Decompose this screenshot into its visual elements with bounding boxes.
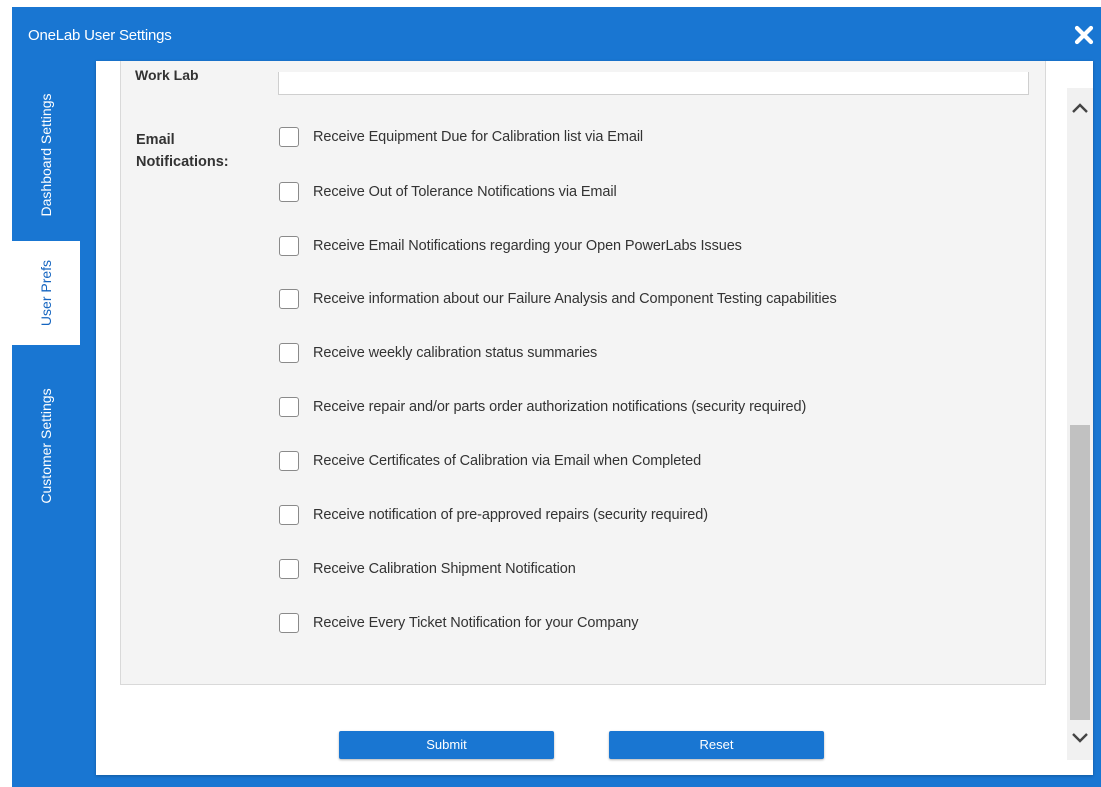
checkbox[interactable] bbox=[279, 397, 299, 417]
tab-label: User Prefs bbox=[38, 259, 54, 327]
chevron-down-icon[interactable] bbox=[1070, 728, 1090, 748]
tab-label: Customer Settings bbox=[38, 388, 54, 504]
scrollbar-thumb[interactable] bbox=[1070, 425, 1090, 720]
tab-label: Dashboard Settings bbox=[38, 93, 54, 217]
checkbox[interactable] bbox=[279, 559, 299, 579]
tab-customer-settings[interactable]: Customer Settings bbox=[12, 346, 80, 546]
work-lab-input[interactable] bbox=[278, 72, 1029, 95]
close-icon[interactable] bbox=[1073, 23, 1095, 47]
work-lab-label: Work Lab bbox=[135, 67, 199, 83]
tab-dashboard-settings[interactable]: Dashboard Settings bbox=[12, 70, 80, 240]
option-label: Receive Out of Tolerance Notifications v… bbox=[313, 184, 617, 200]
option-certificates[interactable]: Receive Certificates of Calibration via … bbox=[279, 449, 701, 473]
reset-button[interactable]: Reset bbox=[609, 731, 824, 759]
option-out-of-tolerance[interactable]: Receive Out of Tolerance Notifications v… bbox=[279, 180, 617, 204]
window-title: OneLab User Settings bbox=[28, 27, 172, 44]
checkbox[interactable] bbox=[279, 613, 299, 633]
option-label: Receive Email Notifications regarding yo… bbox=[313, 238, 742, 254]
option-weekly-summaries[interactable]: Receive weekly calibration status summar… bbox=[279, 341, 597, 365]
option-failure-analysis[interactable]: Receive information about our Failure An… bbox=[279, 287, 837, 311]
submit-button[interactable]: Submit bbox=[339, 731, 554, 759]
option-pre-approved-repairs[interactable]: Receive notification of pre-approved rep… bbox=[279, 503, 708, 527]
option-equipment-due[interactable]: Receive Equipment Due for Calibration li… bbox=[279, 125, 643, 149]
option-shipment-notification[interactable]: Receive Calibration Shipment Notificatio… bbox=[279, 557, 576, 581]
option-label: Receive notification of pre-approved rep… bbox=[313, 507, 708, 523]
option-open-issues[interactable]: Receive Email Notifications regarding yo… bbox=[279, 234, 742, 258]
option-repair-authorization[interactable]: Receive repair and/or parts order author… bbox=[279, 395, 806, 419]
side-tabs: Dashboard Settings User Prefs Customer S… bbox=[12, 60, 80, 780]
option-label: Receive weekly calibration status summar… bbox=[313, 345, 598, 361]
tab-user-prefs[interactable]: User Prefs bbox=[12, 241, 80, 345]
checkbox[interactable] bbox=[279, 182, 299, 202]
option-label: Receive Equipment Due for Calibration li… bbox=[313, 129, 644, 145]
checkbox[interactable] bbox=[279, 505, 299, 525]
checkbox[interactable] bbox=[279, 451, 299, 471]
preferences-panel: Work Lab Email Notifications: Receive Eq… bbox=[120, 61, 1046, 685]
option-label: Receive repair and/or parts order author… bbox=[313, 399, 807, 415]
checkbox[interactable] bbox=[279, 343, 299, 363]
vertical-scrollbar[interactable] bbox=[1067, 88, 1093, 760]
content-area: Work Lab Email Notifications: Receive Eq… bbox=[96, 61, 1093, 775]
email-notifications-label: Email Notifications: bbox=[136, 132, 229, 170]
option-label: Receive Calibration Shipment Notificatio… bbox=[313, 561, 576, 577]
checkbox[interactable] bbox=[279, 127, 299, 147]
option-every-ticket[interactable]: Receive Every Ticket Notification for yo… bbox=[279, 611, 639, 635]
title-bar: OneLab User Settings bbox=[12, 7, 1101, 67]
checkbox[interactable] bbox=[279, 236, 299, 256]
option-label: Receive Every Ticket Notification for yo… bbox=[313, 615, 639, 631]
chevron-up-icon[interactable] bbox=[1070, 98, 1090, 118]
option-label: Receive Certificates of Calibration via … bbox=[313, 453, 702, 469]
option-label: Receive information about our Failure An… bbox=[313, 291, 837, 307]
checkbox[interactable] bbox=[279, 289, 299, 309]
